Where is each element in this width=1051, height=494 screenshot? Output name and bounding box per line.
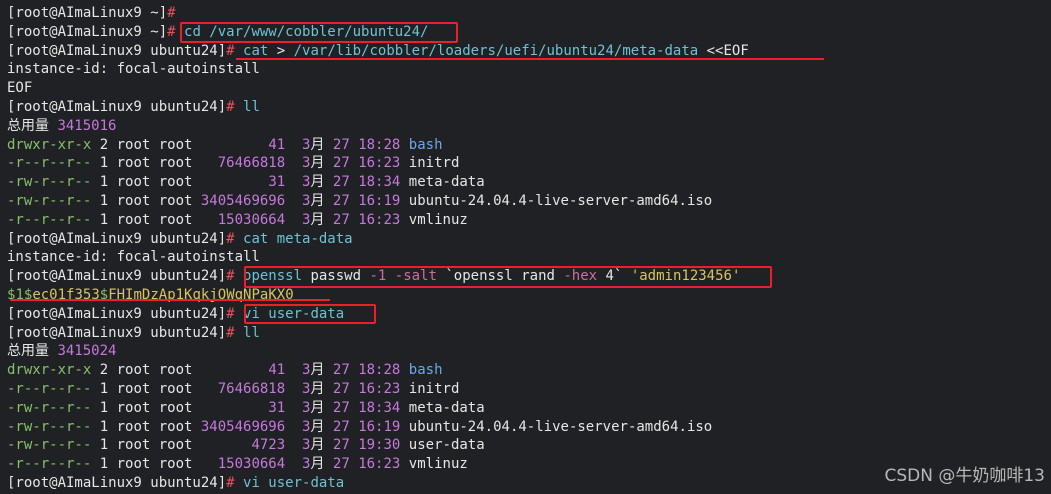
command-vi: vi user-data xyxy=(234,474,345,491)
openssl-command-highlight xyxy=(244,266,772,288)
command-cat-meta: cat meta-data xyxy=(234,230,353,247)
listing-total: 总用量 3415024 xyxy=(7,342,1051,361)
command-line-ll: [root@AImaLinux9 ubuntu24]# ll xyxy=(7,98,1051,117)
prompt-hash: # xyxy=(167,5,176,21)
file-name: ubuntu-24.04.4-live-server-amd64.iso xyxy=(408,418,713,435)
listing-row: -rw-r--r-- 1 root root 31 3月 27 18:34 me… xyxy=(7,173,1051,192)
listing-total: 总用量 3415016 xyxy=(7,117,1051,136)
prompt: [root@AImaLinux9 ubuntu24] xyxy=(7,305,227,322)
file-meta: 1 root root 3405469696 3月 27 16:19 xyxy=(91,418,401,435)
file-permissions: drwxr-xr-x xyxy=(7,362,92,379)
total-text: 总用量 3415024 xyxy=(7,343,117,360)
watermark: CSDN @牛奶咖啡13 xyxy=(884,466,1045,486)
prompt-hash: # xyxy=(226,474,235,491)
prompt: [root@AImaLinux9 ubuntu24] xyxy=(7,474,227,491)
output-line: instance-id: focal-autoinstall xyxy=(7,60,1051,79)
file-name: meta-data xyxy=(408,174,485,191)
output-line: $1$ec01f353$FHImDzAp1KqkjOWqNPaKX0 xyxy=(7,286,1051,305)
listing-row: -r--r--r-- 1 root root 76466818 3月 27 16… xyxy=(7,154,1051,173)
file-permissions: -rw-r--r-- xyxy=(7,399,92,416)
file-name: bash xyxy=(408,136,443,153)
file-meta: 1 root root 15030664 3月 27 16:23 xyxy=(91,211,401,228)
listing-row: -rw-r--r-- 1 root root 3405469696 3月 27 … xyxy=(7,418,1051,437)
file-meta: 1 root root 31 3月 27 18:34 xyxy=(91,174,401,191)
prompt: [root@AImaLinux9 ~] xyxy=(7,23,168,40)
prompt-hash: # xyxy=(226,305,235,322)
listing-row: -rw-r--r-- 1 root root 4723 3月 27 19:30 … xyxy=(7,436,1051,455)
file-permissions: -rw-r--r-- xyxy=(7,418,92,435)
file-meta: 1 root root 76466818 3月 27 16:23 xyxy=(91,380,401,397)
prompt: [root@AImaLinux9 ubuntu24] xyxy=(7,230,227,247)
file-permissions: -rw-r--r-- xyxy=(7,174,92,191)
file-permissions: -r--r--r-- xyxy=(7,211,92,228)
eof-text: EOF xyxy=(7,80,33,97)
listing-row: drwxr-xr-x 2 root root 41 3月 27 18:28 ba… xyxy=(7,361,1051,380)
prompt-hash: # xyxy=(226,324,235,341)
file-listing: drwxr-xr-x 2 root root 41 3月 27 18:28 ba… xyxy=(7,361,1051,474)
prompt-hash: # xyxy=(226,98,235,115)
file-meta: 1 root root 76466818 3月 27 16:23 xyxy=(91,155,401,172)
file-permissions: -rw-r--r-- xyxy=(7,192,92,209)
listing-row: drwxr-xr-x 2 root root 41 3月 27 18:28 ba… xyxy=(7,136,1051,155)
prompt-hash: # xyxy=(167,23,176,40)
cd-command-highlight xyxy=(180,22,458,43)
listing-row: -rw-r--r-- 1 root root 31 3月 27 18:34 me… xyxy=(7,399,1051,418)
instance-id-text: instance-id: focal-autoinstall xyxy=(7,249,260,266)
command-line-cat-meta: [root@AImaLinux9 ubuntu24]# cat meta-dat… xyxy=(7,230,1051,249)
listing-row: -rw-r--r-- 1 root root 3405469696 3月 27 … xyxy=(7,192,1051,211)
command-line-ll: [root@AImaLinux9 ubuntu24]# ll xyxy=(7,324,1051,343)
cat-command-underline xyxy=(236,58,824,60)
file-name: meta-data xyxy=(408,399,485,416)
output-line: EOF xyxy=(7,79,1051,98)
file-permissions: -rw-r--r-- xyxy=(7,437,92,454)
prompt: [root@AImaLinux9 ubuntu24] xyxy=(7,42,227,59)
instance-id-text: instance-id: focal-autoinstall xyxy=(7,61,260,78)
command-line-cd: [root@AImaLinux9 ~]# cd /var/www/cobbler… xyxy=(7,23,1051,42)
file-name: vmlinuz xyxy=(408,456,468,473)
hash-underline xyxy=(10,299,330,301)
listing-row: -r--r--r-- 1 root root 76466818 3月 27 16… xyxy=(7,380,1051,399)
file-permissions: -r--r--r-- xyxy=(7,456,92,473)
prompt: [root@AImaLinux9 ubuntu24] xyxy=(7,324,227,341)
file-permissions: drwxr-xr-x xyxy=(7,136,92,153)
file-meta: 1 root root 4723 3月 27 19:30 xyxy=(91,437,401,454)
file-name: bash xyxy=(408,362,443,379)
file-meta: 2 root root 41 3月 27 18:28 xyxy=(91,136,401,153)
file-name: initrd xyxy=(408,380,460,397)
prompt-hash: # xyxy=(226,268,235,285)
command-ll: ll xyxy=(234,98,260,115)
file-name: initrd xyxy=(408,155,460,172)
output-line: instance-id: focal-autoinstall xyxy=(7,248,1051,267)
file-meta: 2 root root 41 3月 27 18:28 xyxy=(91,362,401,379)
file-meta: 1 root root 15030664 3月 27 16:23 xyxy=(91,456,401,473)
prompt-hash: # xyxy=(226,230,235,247)
command-line-vi: [root@AImaLinux9 ubuntu24]# vi user-data xyxy=(7,305,1051,324)
total-text: 总用量 3415016 xyxy=(7,117,117,134)
file-permissions: -r--r--r-- xyxy=(7,155,92,172)
file-name: vmlinuz xyxy=(408,211,468,228)
vi-command-highlight xyxy=(244,304,376,324)
file-name: user-data xyxy=(408,437,485,454)
prompt: [root@AImaLinux9 ubuntu24] xyxy=(7,268,227,285)
file-meta: 1 root root 3405469696 3月 27 16:19 xyxy=(91,192,401,209)
command-ll: ll xyxy=(234,324,260,341)
prompt-line: [root@AImaLinux9 ~]# xyxy=(7,4,1051,23)
prompt: [root@AImaLinux9 ~] xyxy=(7,5,168,21)
file-permissions: -r--r--r-- xyxy=(7,380,92,397)
listing-row: -r--r--r-- 1 root root 15030664 3月 27 16… xyxy=(7,211,1051,230)
terminal-output[interactable]: [root@AImaLinux9 ~]# [root@AImaLinux9 ~]… xyxy=(7,4,1051,493)
prompt-hash: # xyxy=(226,42,235,59)
file-name: ubuntu-24.04.4-live-server-amd64.iso xyxy=(408,192,713,209)
file-listing: drwxr-xr-x 2 root root 41 3月 27 18:28 ba… xyxy=(7,136,1051,230)
prompt: [root@AImaLinux9 ubuntu24] xyxy=(7,98,227,115)
command-cat-heredoc: cat > /var/lib/cobbler/loaders/uefi/ubun… xyxy=(234,42,749,59)
file-meta: 1 root root 31 3月 27 18:34 xyxy=(91,399,401,416)
